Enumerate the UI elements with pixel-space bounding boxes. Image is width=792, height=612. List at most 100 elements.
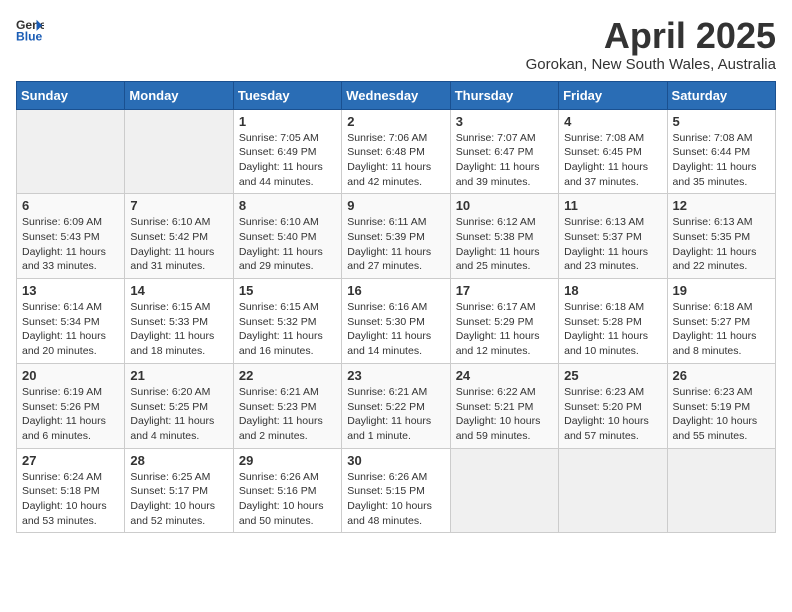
calendar-table: SundayMondayTuesdayWednesdayThursdayFrid… — [16, 81, 776, 534]
day-number: 30 — [347, 453, 444, 468]
day-info: Sunrise: 6:14 AM Sunset: 5:34 PM Dayligh… — [22, 300, 119, 359]
calendar-cell: 30 Sunrise: 6:26 AM Sunset: 5:15 PM Dayli… — [342, 448, 450, 533]
day-info: Sunrise: 6:10 AM Sunset: 5:42 PM Dayligh… — [130, 215, 227, 274]
day-number: 1 — [239, 114, 336, 129]
day-info: Sunrise: 6:15 AM Sunset: 5:33 PM Dayligh… — [130, 300, 227, 359]
day-info: Sunrise: 6:26 AM Sunset: 5:15 PM Dayligh… — [347, 470, 444, 529]
day-number: 9 — [347, 198, 444, 213]
day-number: 15 — [239, 283, 336, 298]
calendar-cell: 23 Sunrise: 6:21 AM Sunset: 5:22 PM Dayli… — [342, 363, 450, 448]
day-number: 5 — [673, 114, 770, 129]
day-number: 26 — [673, 368, 770, 383]
calendar-cell: 20 Sunrise: 6:19 AM Sunset: 5:26 PM Dayli… — [17, 363, 125, 448]
calendar-cell: 19 Sunrise: 6:18 AM Sunset: 5:27 PM Dayli… — [667, 279, 775, 364]
day-number: 24 — [456, 368, 553, 383]
day-number: 2 — [347, 114, 444, 129]
day-info: Sunrise: 6:09 AM Sunset: 5:43 PM Dayligh… — [22, 215, 119, 274]
calendar-cell: 14 Sunrise: 6:15 AM Sunset: 5:33 PM Dayli… — [125, 279, 233, 364]
day-info: Sunrise: 6:18 AM Sunset: 5:28 PM Dayligh… — [564, 300, 661, 359]
calendar-cell: 24 Sunrise: 6:22 AM Sunset: 5:21 PM Dayli… — [450, 363, 558, 448]
calendar-cell: 1Sunrise: 7:05 AM Sunset: 6:49 PM Daylig… — [233, 109, 341, 194]
calendar-cell: 21 Sunrise: 6:20 AM Sunset: 5:25 PM Dayli… — [125, 363, 233, 448]
day-number: 28 — [130, 453, 227, 468]
calendar-header-saturday: Saturday — [667, 81, 775, 109]
calendar-cell — [450, 448, 558, 533]
svg-text:Blue: Blue — [16, 29, 43, 43]
calendar-week-1: 1Sunrise: 7:05 AM Sunset: 6:49 PM Daylig… — [17, 109, 776, 194]
calendar-cell: 26 Sunrise: 6:23 AM Sunset: 5:19 PM Dayli… — [667, 363, 775, 448]
calendar-header-row: SundayMondayTuesdayWednesdayThursdayFrid… — [17, 81, 776, 109]
day-info: Sunrise: 6:13 AM Sunset: 5:37 PM Dayligh… — [564, 215, 661, 274]
day-info: Sunrise: 6:24 AM Sunset: 5:18 PM Dayligh… — [22, 470, 119, 529]
day-info: Sunrise: 6:17 AM Sunset: 5:29 PM Dayligh… — [456, 300, 553, 359]
day-number: 19 — [673, 283, 770, 298]
day-number: 8 — [239, 198, 336, 213]
day-number: 6 — [22, 198, 119, 213]
day-info: Sunrise: 7:06 AM Sunset: 6:48 PM Dayligh… — [347, 131, 444, 190]
day-info: Sunrise: 7:08 AM Sunset: 6:44 PM Dayligh… — [673, 131, 770, 190]
logo-icon: General Blue — [16, 16, 44, 44]
calendar-cell — [17, 109, 125, 194]
day-number: 22 — [239, 368, 336, 383]
page-header: General Blue April 2025 Gorokan, New Sou… — [16, 16, 776, 73]
calendar-cell — [559, 448, 667, 533]
day-number: 23 — [347, 368, 444, 383]
logo: General Blue — [16, 16, 44, 44]
day-number: 29 — [239, 453, 336, 468]
title-block: April 2025 Gorokan, New South Wales, Aus… — [526, 16, 776, 73]
calendar-cell: 13 Sunrise: 6:14 AM Sunset: 5:34 PM Dayli… — [17, 279, 125, 364]
day-info: Sunrise: 6:23 AM Sunset: 5:20 PM Dayligh… — [564, 385, 661, 444]
calendar-header-tuesday: Tuesday — [233, 81, 341, 109]
day-info: Sunrise: 6:16 AM Sunset: 5:30 PM Dayligh… — [347, 300, 444, 359]
day-number: 16 — [347, 283, 444, 298]
day-number: 7 — [130, 198, 227, 213]
day-info: Sunrise: 6:21 AM Sunset: 5:22 PM Dayligh… — [347, 385, 444, 444]
day-info: Sunrise: 6:15 AM Sunset: 5:32 PM Dayligh… — [239, 300, 336, 359]
day-number: 13 — [22, 283, 119, 298]
calendar-cell: 3 Sunrise: 7:07 AM Sunset: 6:47 PM Daylig… — [450, 109, 558, 194]
day-info: Sunrise: 7:07 AM Sunset: 6:47 PM Dayligh… — [456, 131, 553, 190]
calendar-cell — [125, 109, 233, 194]
day-info: Sunrise: 6:22 AM Sunset: 5:21 PM Dayligh… — [456, 385, 553, 444]
day-info: Sunrise: 6:23 AM Sunset: 5:19 PM Dayligh… — [673, 385, 770, 444]
calendar-cell: 22Sunrise: 6:21 AM Sunset: 5:23 PM Dayli… — [233, 363, 341, 448]
calendar-cell: 27Sunrise: 6:24 AM Sunset: 5:18 PM Dayli… — [17, 448, 125, 533]
day-number: 12 — [673, 198, 770, 213]
calendar-cell: 6 Sunrise: 6:09 AM Sunset: 5:43 PM Daylig… — [17, 194, 125, 279]
calendar-cell: 16 Sunrise: 6:16 AM Sunset: 5:30 PM Dayli… — [342, 279, 450, 364]
calendar-header-wednesday: Wednesday — [342, 81, 450, 109]
day-number: 20 — [22, 368, 119, 383]
calendar-header-sunday: Sunday — [17, 81, 125, 109]
calendar-cell: 7 Sunrise: 6:10 AM Sunset: 5:42 PM Daylig… — [125, 194, 233, 279]
calendar-cell: 11 Sunrise: 6:13 AM Sunset: 5:37 PM Dayli… — [559, 194, 667, 279]
day-info: Sunrise: 7:08 AM Sunset: 6:45 PM Dayligh… — [564, 131, 661, 190]
calendar-header-monday: Monday — [125, 81, 233, 109]
calendar-cell: 28 Sunrise: 6:25 AM Sunset: 5:17 PM Dayli… — [125, 448, 233, 533]
calendar-cell: 8Sunrise: 6:10 AM Sunset: 5:40 PM Daylig… — [233, 194, 341, 279]
day-number: 14 — [130, 283, 227, 298]
day-number: 11 — [564, 198, 661, 213]
calendar-header-friday: Friday — [559, 81, 667, 109]
calendar-cell: 17 Sunrise: 6:17 AM Sunset: 5:29 PM Dayli… — [450, 279, 558, 364]
day-number: 21 — [130, 368, 227, 383]
day-info: Sunrise: 6:13 AM Sunset: 5:35 PM Dayligh… — [673, 215, 770, 274]
day-info: Sunrise: 6:19 AM Sunset: 5:26 PM Dayligh… — [22, 385, 119, 444]
day-info: Sunrise: 6:26 AM Sunset: 5:16 PM Dayligh… — [239, 470, 336, 529]
day-info: Sunrise: 6:25 AM Sunset: 5:17 PM Dayligh… — [130, 470, 227, 529]
calendar-week-5: 27Sunrise: 6:24 AM Sunset: 5:18 PM Dayli… — [17, 448, 776, 533]
calendar-cell — [667, 448, 775, 533]
calendar-cell: 12 Sunrise: 6:13 AM Sunset: 5:35 PM Dayli… — [667, 194, 775, 279]
day-number: 17 — [456, 283, 553, 298]
day-number: 3 — [456, 114, 553, 129]
calendar-cell: 4Sunrise: 7:08 AM Sunset: 6:45 PM Daylig… — [559, 109, 667, 194]
calendar-cell: 10Sunrise: 6:12 AM Sunset: 5:38 PM Dayli… — [450, 194, 558, 279]
calendar-cell: 29 Sunrise: 6:26 AM Sunset: 5:16 PM Dayli… — [233, 448, 341, 533]
day-info: Sunrise: 6:20 AM Sunset: 5:25 PM Dayligh… — [130, 385, 227, 444]
calendar-cell: 2 Sunrise: 7:06 AM Sunset: 6:48 PM Daylig… — [342, 109, 450, 194]
day-info: Sunrise: 6:18 AM Sunset: 5:27 PM Dayligh… — [673, 300, 770, 359]
day-number: 18 — [564, 283, 661, 298]
location-title: Gorokan, New South Wales, Australia — [526, 56, 776, 73]
calendar-cell: 18 Sunrise: 6:18 AM Sunset: 5:28 PM Dayli… — [559, 279, 667, 364]
calendar-cell: 25Sunrise: 6:23 AM Sunset: 5:20 PM Dayli… — [559, 363, 667, 448]
day-number: 10 — [456, 198, 553, 213]
